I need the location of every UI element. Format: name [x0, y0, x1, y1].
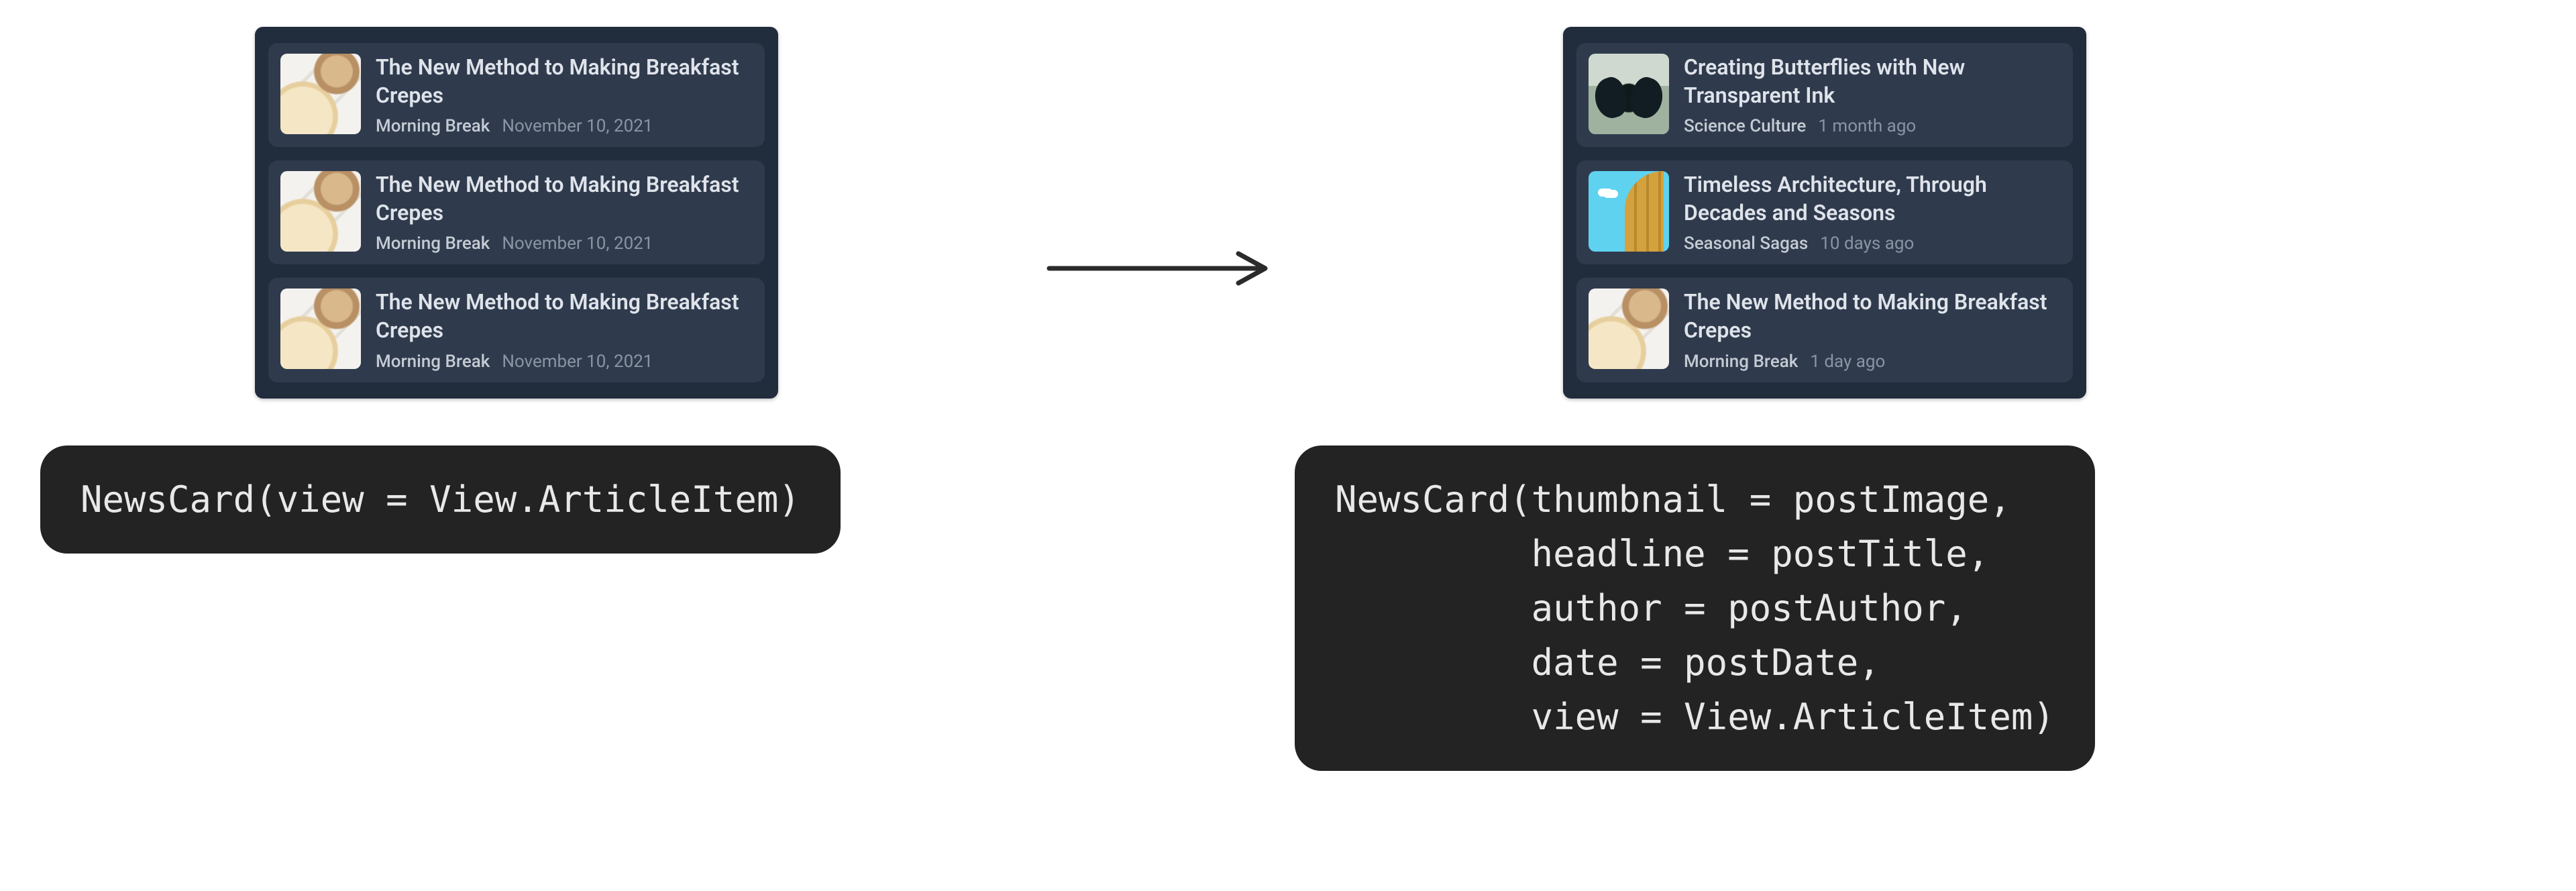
news-author: Science Culture	[1684, 116, 1806, 136]
news-thumbnail	[280, 54, 361, 134]
news-headline: The New Method to Making Breakfast Crepe…	[376, 289, 753, 344]
news-author: Morning Break	[376, 352, 490, 372]
left-news-panel: The New Method to Making Breakfast Crepe…	[255, 27, 778, 399]
news-meta: Morning Break November 10, 2021	[376, 233, 753, 254]
news-headline: The New Method to Making Breakfast Crepe…	[376, 54, 753, 109]
news-headline: The New Method to Making Breakfast Crepe…	[1684, 289, 2061, 344]
left-code-block: NewsCard(view = View.ArticleItem)	[40, 446, 841, 554]
left-column: The New Method to Making Breakfast Crepe…	[40, 27, 1013, 554]
news-card-body: The New Method to Making Breakfast Crepe…	[376, 171, 753, 254]
news-card-body: Timeless Architecture, Through Decades a…	[1684, 171, 2061, 254]
news-thumbnail	[280, 289, 361, 369]
right-column: Creating Butterflies with New Transparen…	[1295, 27, 2536, 771]
news-headline: The New Method to Making Breakfast Crepe…	[376, 171, 753, 227]
news-date: November 10, 2021	[502, 352, 653, 372]
news-card-body: Creating Butterflies with New Transparen…	[1684, 54, 2061, 136]
arrow-right-icon	[1046, 248, 1275, 289]
news-thumbnail	[280, 171, 361, 252]
news-card: The New Method to Making Breakfast Crepe…	[268, 43, 765, 147]
news-meta: Seasonal Sagas 10 days ago	[1684, 233, 2061, 254]
news-card-body: The New Method to Making Breakfast Crepe…	[1684, 289, 2061, 371]
news-card-body: The New Method to Making Breakfast Crepe…	[376, 289, 753, 371]
news-thumbnail	[1589, 54, 1669, 134]
news-author: Morning Break	[376, 116, 490, 136]
news-thumbnail	[1589, 289, 1669, 369]
news-date: November 10, 2021	[502, 116, 653, 136]
news-headline: Timeless Architecture, Through Decades a…	[1684, 171, 2061, 227]
news-author: Morning Break	[376, 233, 490, 254]
right-code-block: NewsCard(thumbnail = postImage, headline…	[1295, 446, 2095, 771]
news-meta: Science Culture 1 month ago	[1684, 116, 2061, 136]
right-news-panel: Creating Butterflies with New Transparen…	[1563, 27, 2086, 399]
news-card: The New Method to Making Breakfast Crepe…	[268, 160, 765, 264]
news-meta: Morning Break 1 day ago	[1684, 352, 2061, 372]
news-author: Seasonal Sagas	[1684, 233, 1808, 254]
news-thumbnail	[1589, 171, 1669, 252]
news-card: The New Method to Making Breakfast Crepe…	[1576, 278, 2073, 382]
news-date: 10 days ago	[1820, 233, 1914, 254]
news-author: Morning Break	[1684, 352, 1798, 372]
news-date: 1 day ago	[1810, 352, 1885, 372]
news-meta: Morning Break November 10, 2021	[376, 116, 753, 136]
news-card: The New Method to Making Breakfast Crepe…	[268, 278, 765, 382]
transform-arrow	[1026, 221, 1295, 315]
news-date: 1 month ago	[1818, 116, 1916, 136]
news-card: Timeless Architecture, Through Decades a…	[1576, 160, 2073, 264]
news-card: Creating Butterflies with New Transparen…	[1576, 43, 2073, 147]
news-card-body: The New Method to Making Breakfast Crepe…	[376, 54, 753, 136]
news-meta: Morning Break November 10, 2021	[376, 352, 753, 372]
news-date: November 10, 2021	[502, 233, 653, 254]
news-headline: Creating Butterflies with New Transparen…	[1684, 54, 2061, 109]
